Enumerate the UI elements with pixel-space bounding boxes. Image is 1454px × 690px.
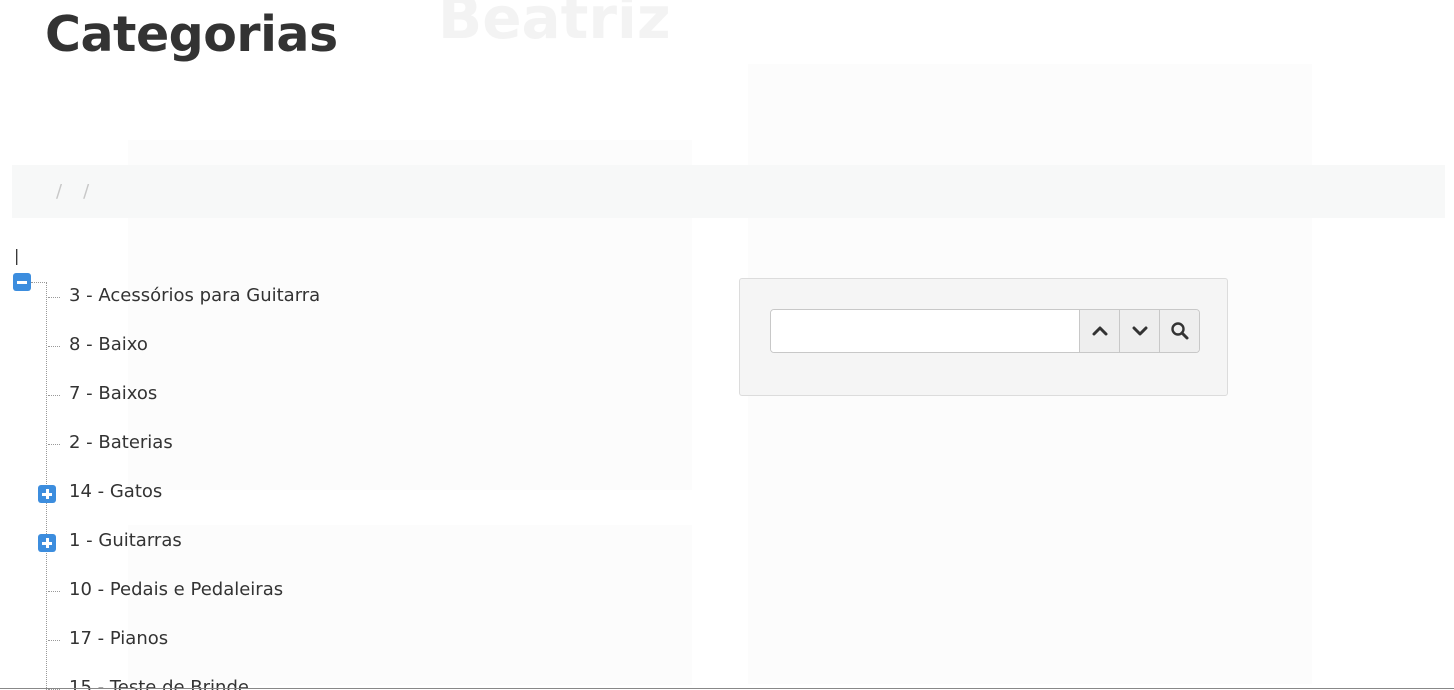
tree-item-label[interactable]: 17 - Pianos [69, 628, 168, 649]
tree-item[interactable]: 14 - Gatos [12, 466, 712, 515]
search-button[interactable] [1159, 310, 1199, 352]
background-heading: Beatriz [438, 0, 671, 52]
next-match-button[interactable] [1119, 310, 1159, 352]
tree-search-panel [739, 278, 1228, 396]
previous-match-button[interactable] [1079, 310, 1119, 352]
expand-icon[interactable] [38, 534, 56, 552]
tree-item-label[interactable]: 3 - Acessórios para Guitarra [69, 285, 320, 306]
expand-icon[interactable] [38, 485, 56, 503]
search-group [770, 309, 1200, 353]
tree-connector [48, 346, 60, 347]
tree-item-label[interactable]: 14 - Gatos [69, 481, 162, 502]
tree-item-label[interactable]: 1 - Guitarras [69, 530, 182, 551]
tree-item[interactable]: 2 - Baterias [12, 417, 712, 466]
tree-item-label[interactable]: 2 - Baterias [69, 432, 173, 453]
tree-item-label[interactable]: 7 - Baixos [69, 383, 157, 404]
tree-item-label[interactable]: 10 - Pedais e Pedaleiras [69, 579, 283, 600]
tree-connector [48, 591, 60, 592]
tree-item[interactable]: 10 - Pedais e Pedaleiras [12, 564, 712, 613]
tree-item[interactable]: 8 - Baixo [12, 319, 712, 368]
page: Beatriz Categorias / / | 3 - Acessórios … [0, 0, 1454, 690]
tree-item[interactable]: 1 - Guitarras [12, 515, 712, 564]
tree-item[interactable]: 3 - Acessórios para Guitarra [12, 270, 712, 319]
breadcrumb-separator: / [56, 181, 63, 202]
chevron-up-icon [1092, 326, 1107, 336]
tree-connector [48, 395, 60, 396]
page-title: Categorias [45, 6, 338, 63]
tree-item[interactable]: 17 - Pianos [12, 613, 712, 662]
tree-item-label[interactable]: 8 - Baixo [69, 334, 148, 355]
tree-connector [48, 444, 60, 445]
tree-connector [48, 297, 60, 298]
breadcrumb: / / [12, 165, 1445, 218]
tree-connector [48, 640, 60, 641]
text-cursor: | [14, 246, 20, 265]
tree-item[interactable]: 15 - Teste de Brinde [12, 662, 712, 690]
breadcrumb-separator: / [83, 181, 90, 202]
search-input[interactable] [771, 310, 1079, 352]
window-bottom-border [0, 688, 1454, 689]
chevron-down-icon [1132, 326, 1147, 336]
tree-item[interactable]: 7 - Baixos [12, 368, 712, 417]
search-icon [1170, 322, 1188, 340]
